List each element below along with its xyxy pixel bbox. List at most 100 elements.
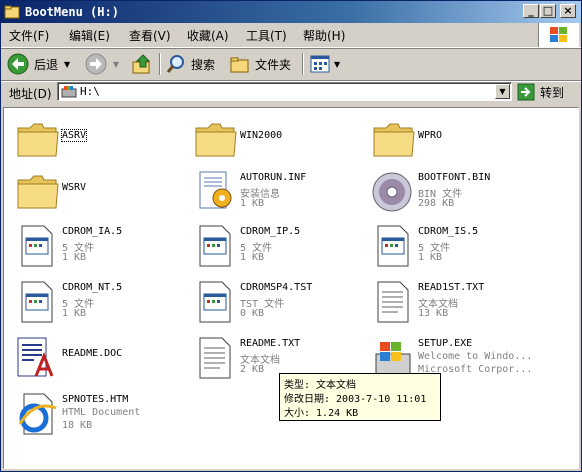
item-name: AUTORUN.INF bbox=[240, 172, 307, 183]
menu-edit[interactable]: 编辑(E) bbox=[69, 27, 110, 44]
file-info-tooltip: 类型: 文本文档 修改日期: 2003-7-10 11:01 大小: 1.24 … bbox=[279, 373, 441, 421]
folder-icon bbox=[195, 123, 237, 157]
file-icon bbox=[21, 225, 53, 267]
item-size: 18 KB bbox=[62, 420, 93, 431]
address-value: H:\ bbox=[80, 85, 100, 98]
menu-help[interactable]: 帮助(H) bbox=[303, 27, 345, 44]
item-size: 1 KB bbox=[62, 308, 87, 319]
address-dropdown-button[interactable]: ▼ bbox=[495, 84, 510, 99]
item-size: 1 KB bbox=[240, 198, 265, 209]
list-item[interactable]: CDROM_IA.5 5 文件 1 KB bbox=[14, 222, 184, 276]
menu-favorites[interactable]: 收藏(A) bbox=[187, 27, 229, 44]
file-icon bbox=[199, 225, 231, 267]
file-icon bbox=[199, 281, 231, 323]
go-label: 转到 bbox=[540, 85, 565, 100]
menu-file[interactable]: 文件(F) bbox=[9, 27, 49, 44]
list-item[interactable]: AUTORUN.INF 安装信息 1 KB bbox=[192, 168, 362, 222]
item-size: 13 KB bbox=[418, 308, 449, 319]
item-size: 298 KB bbox=[418, 198, 455, 209]
list-item[interactable]: CDROM_NT.5 5 文件 1 KB bbox=[14, 278, 184, 332]
html-doc-icon bbox=[18, 393, 57, 435]
views-dropdown-icon[interactable]: ▼ bbox=[334, 60, 340, 69]
toolbar: 后退 ▼ ▼ 搜索 文件夹 ▼ bbox=[1, 49, 581, 81]
list-item[interactable]: CDROM_IS.5 5 文件 1 KB bbox=[370, 222, 540, 276]
item-name: BOOTFONT.BIN bbox=[418, 172, 491, 183]
windows-flag-icon bbox=[550, 27, 567, 42]
folder-icon bbox=[17, 123, 59, 157]
item-name: CDROM_IA.5 bbox=[62, 226, 123, 237]
menu-bar: 文件(F) 编辑(E) 查看(V) 收藏(A) 工具(T) 帮助(H) bbox=[1, 23, 581, 48]
minimize-button[interactable]: _ bbox=[523, 4, 539, 18]
list-item[interactable]: READ1ST.TXT 文本文档 13 KB bbox=[370, 278, 540, 332]
explorer-window: BootMenu (H:) _ □ × 文件(F) 编辑(E) 查看(V) 收藏… bbox=[0, 0, 582, 472]
folder-icon bbox=[373, 123, 415, 157]
search-label: 搜索 bbox=[191, 57, 216, 72]
folders-label: 文件夹 bbox=[255, 57, 292, 72]
word-doc-icon bbox=[17, 337, 54, 377]
cd-icon bbox=[372, 172, 412, 212]
item-name: WPRO bbox=[418, 130, 443, 141]
tooltip-size: 大小: 1.24 KB bbox=[284, 408, 359, 419]
search-icon bbox=[166, 55, 184, 73]
item-size: 2 KB bbox=[240, 364, 265, 375]
item-size: 1 KB bbox=[240, 252, 265, 263]
toolbar-separator bbox=[302, 53, 303, 75]
menu-view[interactable]: 查看(V) bbox=[129, 27, 171, 44]
item-name: README.TXT bbox=[240, 338, 301, 349]
back-button[interactable]: 后退 ▼ bbox=[7, 52, 70, 76]
back-dropdown-icon[interactable]: ▼ bbox=[64, 60, 70, 69]
go-arrow-icon bbox=[517, 83, 535, 101]
item-name: WIN2000 bbox=[240, 130, 283, 141]
list-item[interactable]: CDROMSP4.TST TST 文件 0 KB bbox=[192, 278, 362, 332]
item-size: 1 KB bbox=[62, 252, 87, 263]
item-type: Welcome to Windo... bbox=[418, 351, 533, 362]
address-field[interactable]: H:\ ▼ bbox=[57, 82, 512, 101]
item-name: SPNOTES.HTM bbox=[62, 394, 129, 405]
list-item[interactable]: WPRO bbox=[370, 116, 540, 170]
views-button[interactable]: ▼ bbox=[309, 52, 340, 76]
item-name: README.DOC bbox=[62, 348, 123, 359]
maximize-button[interactable]: □ bbox=[540, 4, 556, 18]
item-name: CDROM_IP.5 bbox=[240, 226, 301, 237]
folder-icon bbox=[17, 175, 59, 209]
forward-dropdown-icon[interactable]: ▼ bbox=[113, 60, 119, 69]
toolbar-separator bbox=[159, 53, 160, 75]
item-name: CDROM_IS.5 bbox=[418, 226, 479, 237]
up-folder-icon bbox=[132, 54, 151, 74]
address-label: 地址(D) bbox=[9, 87, 52, 101]
folders-button[interactable]: 文件夹 bbox=[229, 52, 291, 76]
file-icon bbox=[377, 225, 409, 267]
menu-tools[interactable]: 工具(T) bbox=[246, 27, 287, 44]
window-title: BootMenu (H:) bbox=[25, 5, 119, 19]
item-name: CDROM_NT.5 bbox=[62, 282, 123, 293]
go-button[interactable]: 转到 bbox=[517, 82, 564, 102]
list-item[interactable]: ASRV bbox=[14, 116, 184, 170]
list-item[interactable]: CDROM_IP.5 5 文件 1 KB bbox=[192, 222, 362, 276]
close-button[interactable]: × bbox=[560, 4, 576, 18]
list-item[interactable]: SPNOTES.HTM HTML Document 18 KB bbox=[14, 390, 184, 444]
item-size: 0 KB bbox=[240, 308, 265, 319]
back-label: 后退 bbox=[34, 57, 59, 72]
item-size: 1 KB bbox=[418, 252, 443, 263]
tooltip-type: 类型: 文本文档 bbox=[284, 380, 357, 391]
list-item[interactable]: WSRV bbox=[14, 168, 184, 222]
windows-logo bbox=[538, 23, 579, 47]
list-item[interactable]: BOOTFONT.BIN BIN 文件 298 KB bbox=[370, 168, 540, 222]
file-icon bbox=[21, 281, 53, 323]
list-item[interactable]: README.DOC bbox=[14, 334, 184, 388]
folders-icon bbox=[230, 57, 249, 73]
address-bar: 地址(D) H:\ ▼ 转到 bbox=[1, 81, 581, 105]
forward-button[interactable]: ▼ bbox=[85, 52, 119, 76]
tooltip-modified: 修改日期: 2003-7-10 11:01 bbox=[284, 394, 427, 405]
list-item[interactable]: WIN2000 bbox=[192, 116, 362, 170]
item-name: READ1ST.TXT bbox=[418, 282, 485, 293]
item-name: SETUP.EXE bbox=[418, 338, 473, 349]
item-type: HTML Document bbox=[62, 407, 141, 418]
up-folder-button[interactable] bbox=[131, 52, 153, 76]
setup-info-icon bbox=[199, 171, 232, 209]
title-bar[interactable]: BootMenu (H:) _ □ × bbox=[1, 1, 581, 23]
text-doc-icon bbox=[199, 337, 231, 379]
search-button[interactable]: 搜索 bbox=[165, 52, 215, 76]
forward-arrow-icon bbox=[85, 53, 107, 75]
item-name: ASRV bbox=[60, 129, 88, 142]
